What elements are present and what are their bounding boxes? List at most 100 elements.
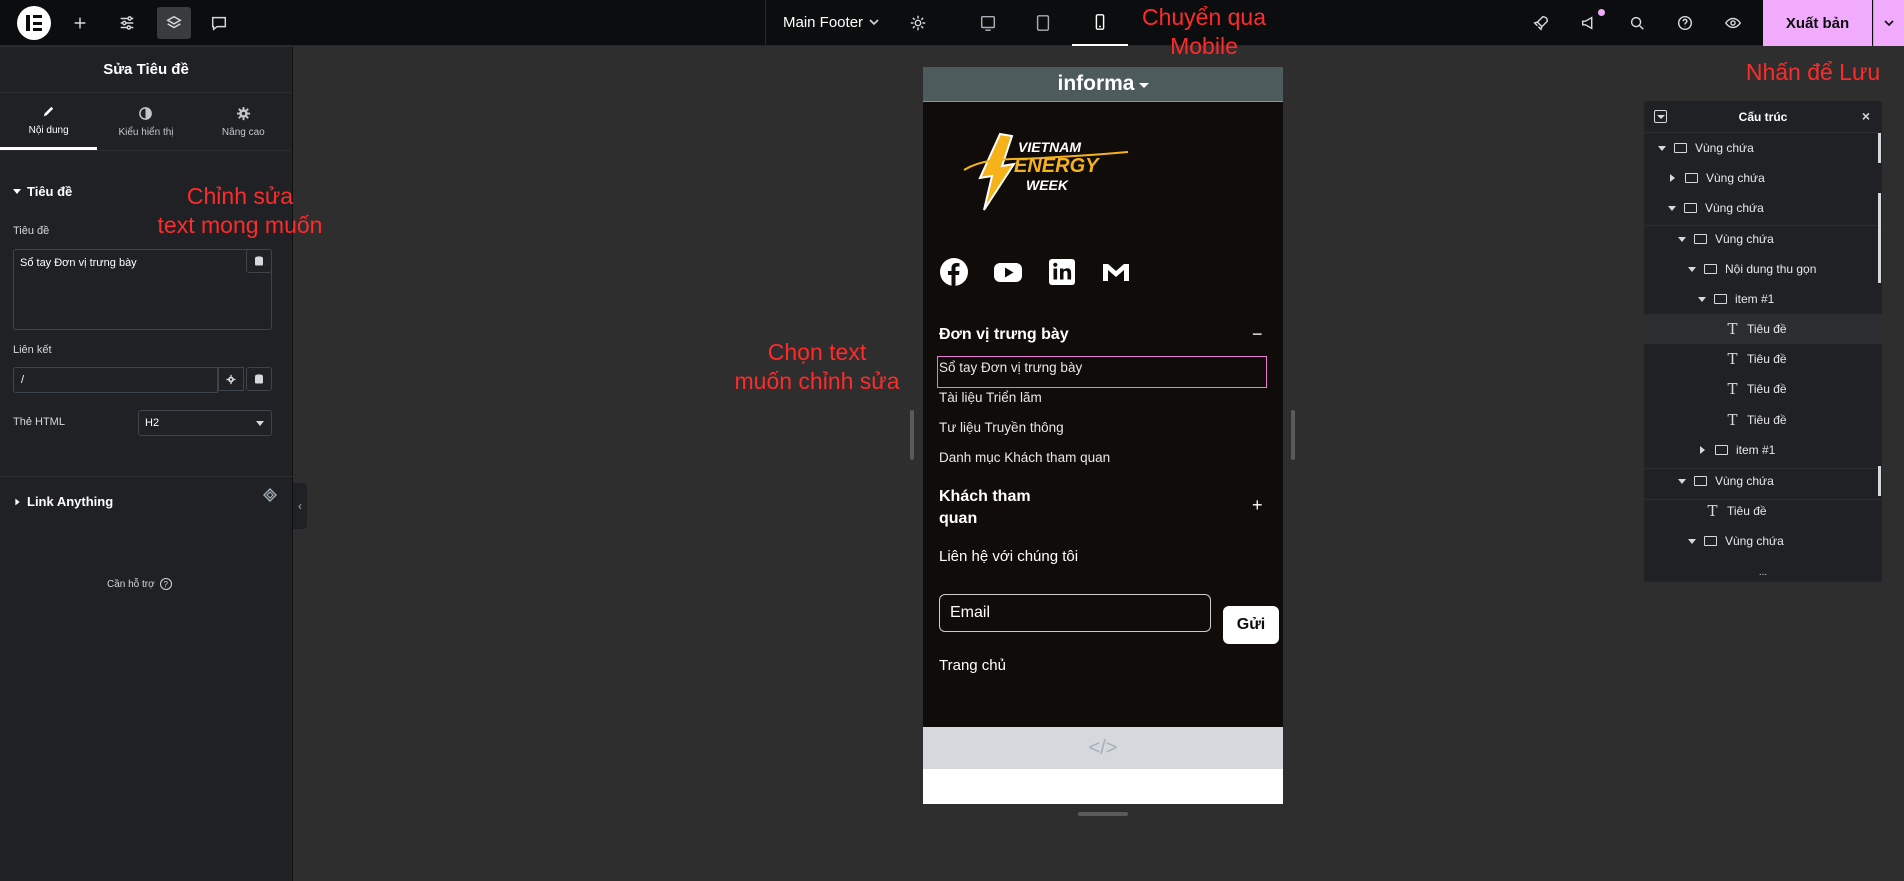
accordion-title-visitors[interactable]: Khách tham quan xyxy=(939,486,1031,530)
accordion-title-exhibitors[interactable]: Đơn vị trưng bày xyxy=(939,326,1069,344)
mobile-icon[interactable] xyxy=(1072,0,1128,46)
caret-right-icon[interactable] xyxy=(1700,446,1705,454)
navigator-row[interactable]: Vùng chứa xyxy=(1644,224,1882,254)
heading-icon: T xyxy=(1707,502,1718,520)
panel-divider xyxy=(0,476,293,477)
resize-handle-right[interactable] xyxy=(1291,410,1295,460)
navigator-row[interactable]: item #1 xyxy=(1644,284,1882,314)
email-input[interactable]: Email xyxy=(939,594,1211,632)
container-icon xyxy=(1685,173,1698,183)
link-anything-section[interactable]: Link Anything xyxy=(15,494,113,509)
navigator-row-label: Vùng chứa xyxy=(1705,201,1764,215)
linkedin-icon[interactable] xyxy=(1047,257,1077,287)
close-icon[interactable]: × xyxy=(1862,108,1870,124)
navigator-row-label: Tiêu đề xyxy=(1727,504,1767,518)
gmail-icon[interactable] xyxy=(1101,257,1131,287)
vietnam-energy-week-logo[interactable]: VIETNAM ENERGY WEEK xyxy=(956,126,1136,214)
accordion-item[interactable]: Sổ tay Đơn vị trưng bày xyxy=(939,360,1082,375)
annotation-edit-text: Chỉnh sửa text mong muốn xyxy=(145,182,335,240)
navigator-row-label: Vùng chứa xyxy=(1715,474,1774,488)
collapse-all-icon[interactable] xyxy=(1654,110,1667,123)
navigator-row[interactable]: item #1 xyxy=(1644,435,1882,465)
plus-icon[interactable] xyxy=(63,7,97,39)
search-icon[interactable] xyxy=(1620,7,1654,39)
navigator-row[interactable]: T Tiêu đề xyxy=(1644,314,1882,344)
informa-bar[interactable]: informa xyxy=(923,67,1283,102)
chevron-down-icon[interactable] xyxy=(868,15,880,33)
accordion-item[interactable]: Danh mục Khách tham quan xyxy=(939,450,1110,465)
navigator-row[interactable]: Vùng chứa xyxy=(1644,526,1882,556)
accordion-icon xyxy=(1704,264,1717,274)
caret-down-icon[interactable] xyxy=(1678,478,1686,484)
mobile-preview: informa VIETNAM ENERGY WEEK Đơn vị trưng… xyxy=(923,67,1283,804)
html-tag-select[interactable]: H2 xyxy=(138,410,272,436)
navigator-row[interactable]: Vùng chứa xyxy=(1644,466,1882,496)
expand-icon[interactable]: + xyxy=(1252,495,1263,516)
publish-options-button[interactable] xyxy=(1873,0,1904,46)
resize-handle-bottom[interactable] xyxy=(1078,812,1128,816)
link-field-label: Liên kết xyxy=(13,344,52,356)
gear-icon[interactable] xyxy=(901,7,935,39)
html-tag-label: Thẻ HTML xyxy=(13,416,65,428)
caret-right-icon[interactable] xyxy=(1670,174,1675,182)
annotation-switch-mobile: Chuyển qua Mobile xyxy=(1134,3,1274,61)
link-input[interactable]: / xyxy=(13,367,218,393)
chevron-down-icon xyxy=(1884,20,1894,27)
tablet-icon[interactable] xyxy=(1015,0,1071,46)
resize-handle-left[interactable] xyxy=(910,410,914,460)
navigator-row[interactable]: T Tiêu đề xyxy=(1644,344,1882,374)
desktop-icon[interactable] xyxy=(960,0,1016,46)
navigator-row[interactable]: Nội dung thu gọn xyxy=(1644,254,1882,284)
rocket-icon[interactable] xyxy=(1524,7,1558,39)
help-icon[interactable] xyxy=(1668,7,1702,39)
caret-down-icon[interactable] xyxy=(1688,266,1696,272)
structure-navigator: Cấu trúc × Vùng chứa Vùng chứa Vùng chứa Vù… xyxy=(1644,101,1882,582)
tab-advanced[interactable]: Nâng cao xyxy=(195,93,292,150)
youtube-icon[interactable] xyxy=(993,257,1023,287)
help-link[interactable]: Cần hỗ trợ ? xyxy=(107,578,172,590)
caret-down-icon[interactable] xyxy=(1668,205,1676,211)
home-link[interactable]: Trang chủ xyxy=(939,657,1006,674)
document-title[interactable]: Main Footer xyxy=(783,14,863,31)
collapse-icon[interactable]: − xyxy=(1252,324,1263,345)
navigator-row-label: item #1 xyxy=(1735,292,1775,306)
contact-heading: Liên hệ với chúng tôi xyxy=(939,548,1079,565)
navigator-row-label: Tiêu đề xyxy=(1747,352,1787,366)
html-widget-placeholder[interactable]: </> xyxy=(923,727,1283,769)
navigator-row[interactable]: T Tiêu đề xyxy=(1644,405,1882,435)
navigator-row[interactable]: T Tiêu đề xyxy=(1644,374,1882,404)
navigator-row[interactable]: Vùng chứa xyxy=(1644,163,1882,193)
accordion-item[interactable]: Tư liệu Truyền thông xyxy=(939,420,1064,435)
container-icon xyxy=(1715,445,1728,455)
caret-down-icon[interactable] xyxy=(1658,145,1666,151)
publish-button[interactable]: Xuất bản xyxy=(1763,0,1872,46)
tab-content[interactable]: Nội dung xyxy=(0,93,98,150)
accordion-item[interactable]: Tài liệu Triển lãm xyxy=(939,390,1042,405)
diamond-icon[interactable] xyxy=(263,488,277,502)
comment-icon[interactable] xyxy=(202,7,236,39)
navigator-row-label: Tiêu đề xyxy=(1747,382,1787,396)
layers-icon[interactable] xyxy=(157,7,191,39)
collapse-panel-button[interactable]: ‹ xyxy=(293,483,307,529)
accordion-title-line: Khách tham xyxy=(939,488,1031,505)
dynamic-tags-button[interactable] xyxy=(246,249,272,273)
send-button[interactable]: Gửi xyxy=(1223,606,1279,644)
dynamic-tags-button[interactable] xyxy=(246,367,272,391)
annotation-line: Chuyển qua xyxy=(1141,4,1267,30)
eye-icon[interactable] xyxy=(1716,7,1750,39)
navigator-row[interactable]: Vùng chứa xyxy=(1644,133,1882,163)
caret-down-icon[interactable] xyxy=(1688,538,1696,544)
title-textarea[interactable]: Sổ tay Đơn vị trưng bày xyxy=(13,249,272,330)
facebook-icon[interactable] xyxy=(939,257,969,287)
navigator-header: Cấu trúc × xyxy=(1644,101,1882,133)
section-title-heading[interactable]: Tiêu đề xyxy=(13,184,72,199)
caret-down-icon[interactable] xyxy=(1678,236,1686,242)
navigator-row[interactable]: T Tiêu đề xyxy=(1644,496,1882,526)
elementor-logo-icon[interactable] xyxy=(17,6,51,40)
sliders-icon[interactable] xyxy=(110,7,144,39)
link-options-button[interactable] xyxy=(218,367,244,391)
tab-style[interactable]: Kiểu hiển thị xyxy=(97,93,194,150)
caret-down-icon[interactable] xyxy=(1698,296,1706,302)
question-icon: ? xyxy=(159,578,172,590)
navigator-row[interactable]: Vùng chứa xyxy=(1644,193,1882,223)
